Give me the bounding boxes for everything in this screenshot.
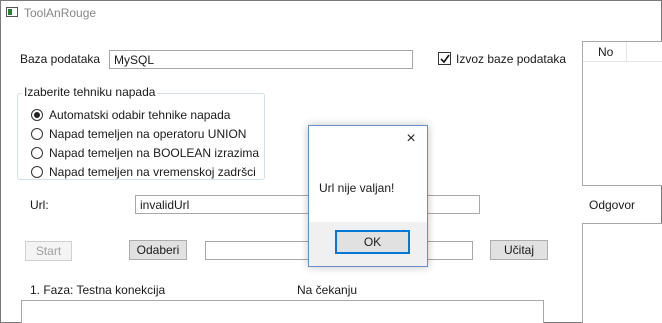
radio-union-label: Napad temeljen na operatoru UNION — [49, 127, 247, 141]
radio-boolean-label: Napad temeljen na BOOLEAN izrazima — [49, 146, 260, 160]
export-label: Izvoz baze podataka — [456, 52, 567, 66]
dialog-message: Url nije valjan! — [319, 181, 395, 195]
results-list-header: No — [583, 42, 662, 62]
log-area[interactable] — [21, 300, 544, 323]
database-field[interactable]: MySQL — [109, 50, 413, 69]
close-icon[interactable]: × — [403, 130, 419, 148]
url-label: Url: — [30, 198, 49, 212]
radio-boolean[interactable] — [31, 147, 43, 159]
load-button[interactable]: Učitaj — [490, 240, 548, 260]
technique-group-title: Izaberite tehniku napada — [22, 85, 158, 99]
radio-automatic[interactable] — [31, 109, 43, 121]
app-icon — [6, 7, 18, 17]
window-title: ToolAnRouge — [24, 6, 97, 20]
phase-label: 1. Faza: Testna konekcija — [30, 283, 166, 297]
results-list[interactable]: No — [582, 41, 662, 186]
radio-union[interactable] — [31, 128, 43, 140]
database-label: Baza podataka — [20, 52, 101, 66]
response-area[interactable] — [582, 223, 662, 323]
radio-automatic-label: Automatski odabir tehnike napada — [49, 108, 231, 122]
ok-button[interactable]: OK — [335, 230, 410, 254]
error-dialog: × Url nije valjan! OK — [308, 125, 428, 267]
main-window: ToolAnRouge Baza podataka MySQL Izvoz ba… — [0, 0, 662, 323]
response-label: Odgovor — [589, 198, 636, 212]
check-icon — [440, 54, 450, 64]
title-bar: ToolAnRouge — [1, 1, 661, 25]
radio-time[interactable] — [31, 166, 43, 178]
start-button[interactable]: Start — [25, 241, 72, 261]
export-checkbox[interactable] — [438, 52, 451, 65]
column-no[interactable]: No — [583, 42, 627, 62]
browse-button[interactable]: Odaberi — [129, 240, 187, 260]
radio-time-label: Napad temeljen na vremenskoj zadršci — [49, 165, 256, 179]
phase-status: Na čekanju — [297, 283, 358, 297]
dialog-footer: OK — [309, 222, 427, 266]
